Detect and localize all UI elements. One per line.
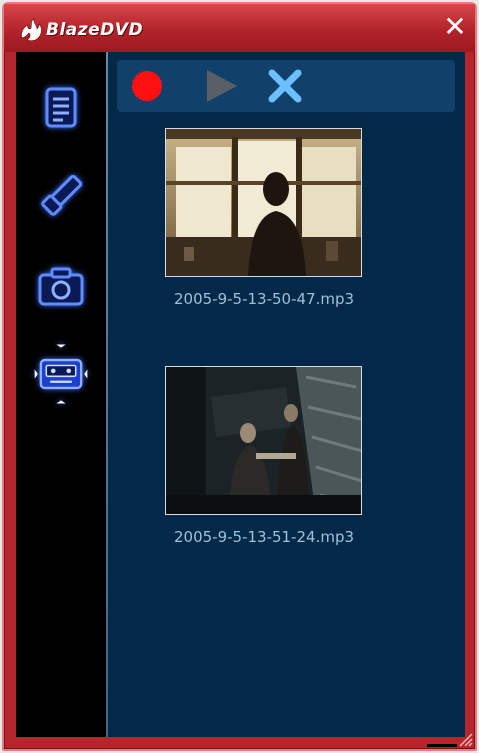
delete-button[interactable] <box>267 68 303 104</box>
bookmark-icon <box>41 174 83 216</box>
sidebar-item-playlist[interactable] <box>30 80 92 136</box>
clip-thumbnail[interactable] <box>165 366 362 515</box>
title-bar[interactable]: BlazeDVD ✕ <box>4 4 475 52</box>
camera-icon <box>38 267 84 306</box>
play-button[interactable] <box>203 68 239 104</box>
app-brand-name: BlazeDVD <box>46 20 144 40</box>
clip-filename: 2005-9-5-13-51-24.mp3 <box>173 528 355 546</box>
clip-filename: 2005-9-5-13-50-47.mp3 <box>173 290 355 308</box>
clip-thumbnail-image <box>166 367 361 514</box>
delete-icon <box>268 69 302 103</box>
close-button[interactable]: ✕ <box>441 13 469 42</box>
app-logo: BlazeDVD <box>18 18 143 42</box>
play-icon <box>207 70 237 102</box>
sidebar-item-audio-capture[interactable] <box>30 332 92 416</box>
capture-toolbar <box>117 60 455 112</box>
sidebar-item-bookmark[interactable] <box>30 168 92 224</box>
audio-capture-icon <box>34 344 88 404</box>
record-icon <box>132 71 162 101</box>
blazedvd-window: BlazeDVD ✕ 2005-9-5-13-50-47.mp3 2005-9-… <box>2 2 477 751</box>
clip-thumbnail[interactable] <box>165 128 362 277</box>
resize-grip-icon[interactable] <box>457 731 473 747</box>
flame-logo-icon <box>21 18 42 41</box>
capture-panel: 2005-9-5-13-50-47.mp3 2005-9-5-13-51-24.… <box>108 52 465 737</box>
sidebar-item-snapshot[interactable] <box>30 258 92 314</box>
playlist-icon <box>45 87 77 128</box>
client-area: 2005-9-5-13-50-47.mp3 2005-9-5-13-51-24.… <box>16 52 465 737</box>
sidebar <box>16 52 108 737</box>
clip-thumbnail-image <box>166 129 361 276</box>
record-button[interactable] <box>129 68 165 104</box>
window-edge-mark <box>427 744 457 747</box>
